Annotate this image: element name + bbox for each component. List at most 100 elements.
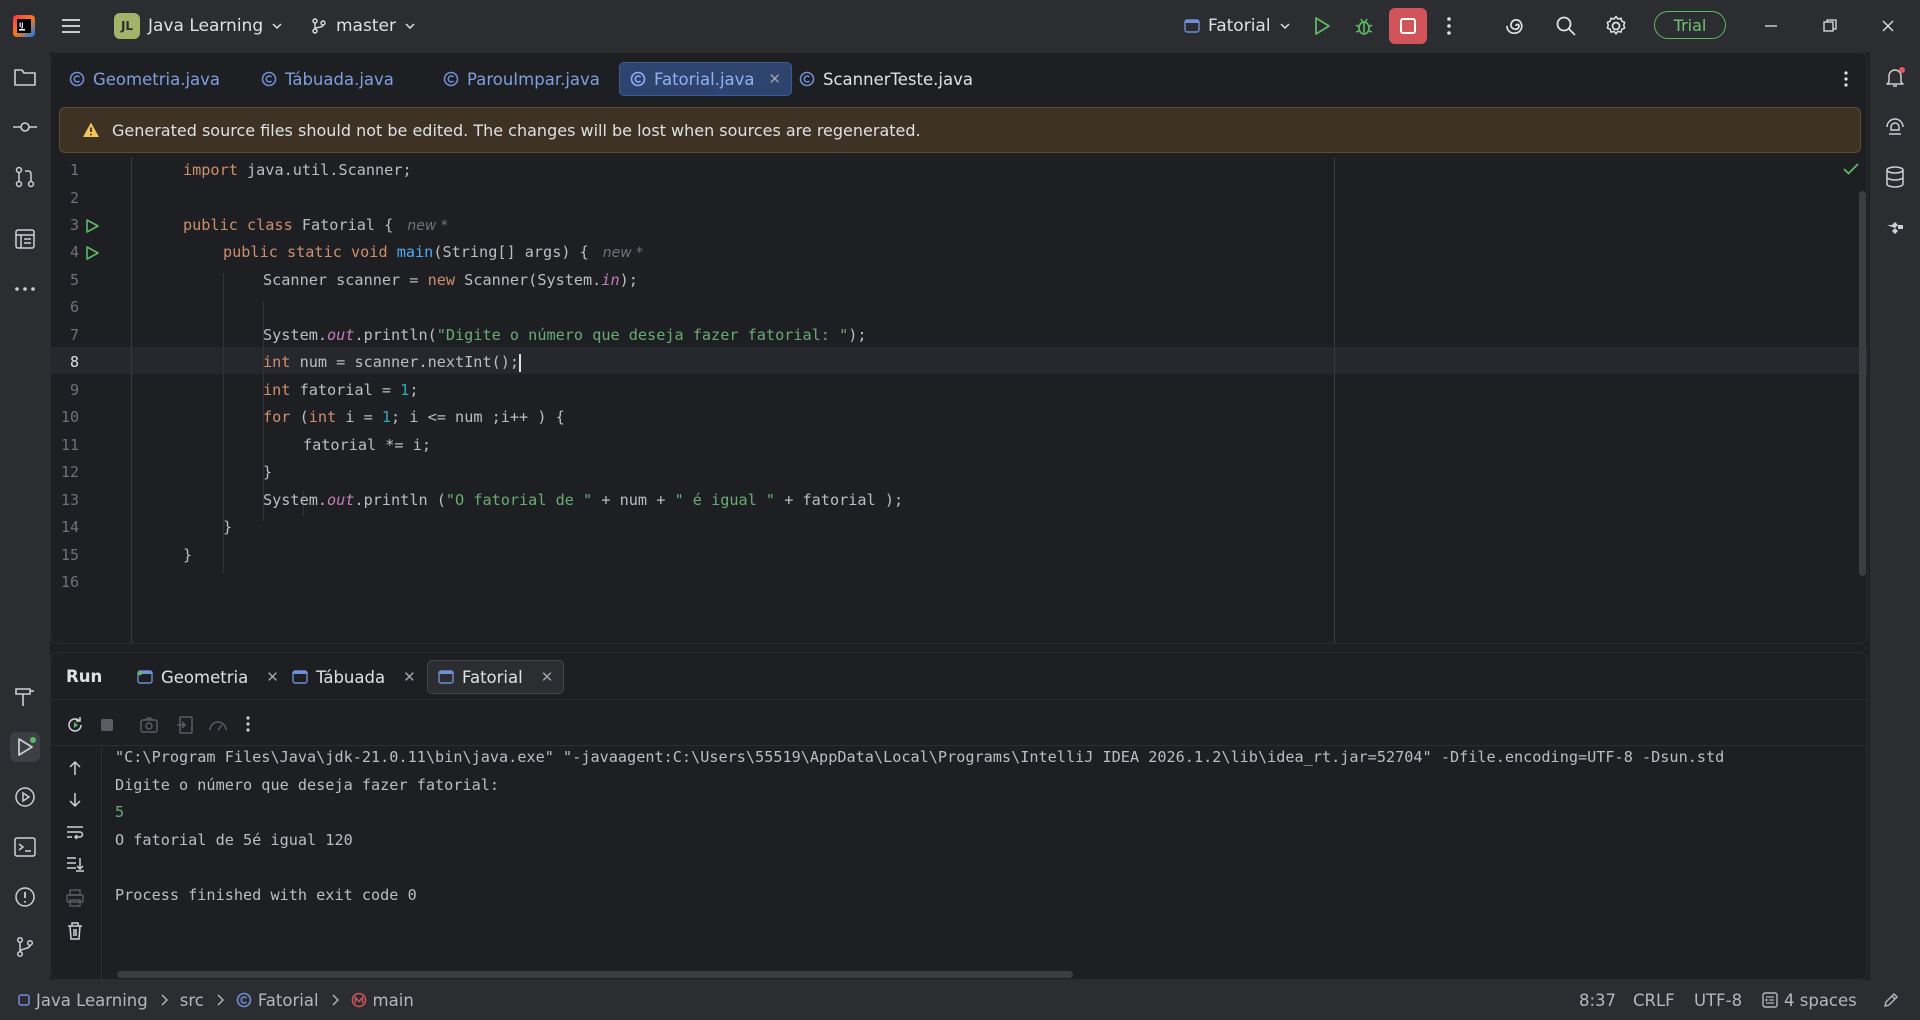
run-class-gutter-icon[interactable] bbox=[84, 218, 100, 234]
breadcrumb-class[interactable]: Fatorial bbox=[258, 991, 319, 1010]
more-tools-button[interactable] bbox=[10, 274, 40, 304]
token-text: } bbox=[223, 518, 233, 536]
run-main-gutter-icon[interactable] bbox=[84, 245, 100, 261]
java-class-icon bbox=[799, 71, 815, 87]
code-line-3: public class Fatorial {new * bbox=[183, 212, 448, 239]
pull-requests-tool-button[interactable] bbox=[10, 162, 40, 192]
code-line-11: fatorial *= i; bbox=[303, 432, 431, 459]
chevron-right-icon bbox=[160, 994, 168, 1006]
services-tool-button[interactable] bbox=[10, 782, 40, 812]
git-tool-button[interactable] bbox=[10, 932, 40, 962]
line-separator[interactable]: CRLF bbox=[1633, 980, 1675, 1020]
run-tab-geometria[interactable]: Geometria ✕ bbox=[127, 660, 289, 694]
token-static-field: in bbox=[601, 271, 620, 289]
run-tab-label: Tábuada bbox=[316, 667, 386, 687]
file-encoding[interactable]: UTF-8 bbox=[1694, 980, 1742, 1020]
chevron-down-icon bbox=[405, 23, 415, 30]
database-button[interactable] bbox=[1880, 162, 1910, 192]
run-tab-fatorial[interactable]: Fatorial ✕ bbox=[427, 660, 565, 694]
close-tab-icon[interactable]: ✕ bbox=[403, 668, 416, 686]
code-line-8: int num = scanner.nextInt(); bbox=[263, 349, 522, 376]
token-static-field: out bbox=[327, 326, 355, 344]
caret-position[interactable]: 8:37 bbox=[1579, 980, 1616, 1020]
restore-button[interactable] bbox=[1822, 0, 1838, 52]
commit-tool-button[interactable] bbox=[10, 112, 40, 142]
tab-options-button[interactable] bbox=[1831, 62, 1861, 96]
console-output-prompt: Digite o número que deseja fazer fatoria… bbox=[115, 776, 500, 794]
token-text: ; i <= num ;i++ ) { bbox=[391, 408, 565, 426]
stop-run-button[interactable] bbox=[99, 717, 115, 733]
close-tab-icon[interactable]: ✕ bbox=[541, 668, 554, 686]
breadcrumb-src[interactable]: src bbox=[180, 991, 204, 1010]
rerun-button[interactable] bbox=[65, 715, 85, 735]
token-keyword: for bbox=[263, 408, 291, 426]
restore-icon bbox=[1823, 19, 1837, 32]
soft-wrap-button[interactable] bbox=[65, 823, 85, 841]
run-tab-tabuada[interactable]: Tábuada ✕ bbox=[282, 660, 426, 694]
tab-tabuada[interactable]: Tábuada.java bbox=[251, 62, 404, 96]
tab-fatorial[interactable]: Fatorial.java ✕ bbox=[619, 62, 793, 96]
scroll-up-button[interactable] bbox=[67, 759, 83, 777]
status-bar: Java Learning src Fatorial main 8:37 CRL… bbox=[0, 980, 1920, 1020]
run-tool-button[interactable] bbox=[10, 732, 40, 762]
project-switcher[interactable]: JL Java Learning bbox=[114, 0, 283, 52]
play-icon bbox=[1315, 17, 1330, 35]
trial-badge[interactable]: Trial bbox=[1654, 11, 1726, 39]
branch-switcher[interactable]: master bbox=[310, 0, 416, 52]
inspection-ok-icon[interactable] bbox=[1843, 163, 1859, 175]
print-button[interactable] bbox=[65, 889, 85, 907]
chevron-right-icon bbox=[331, 994, 339, 1006]
kebab-menu-icon bbox=[1447, 17, 1451, 35]
close-tab-icon[interactable]: ✕ bbox=[769, 70, 782, 88]
tab-scannerteste[interactable]: ScannerTeste.java bbox=[789, 62, 983, 96]
intellij-logo-icon[interactable]: IJ bbox=[12, 0, 36, 52]
run-config-selector[interactable]: Fatorial bbox=[1184, 0, 1291, 52]
token-text: java.util.Scanner; bbox=[237, 161, 412, 179]
debug-button[interactable] bbox=[1353, 0, 1375, 52]
project-tool-button[interactable] bbox=[10, 62, 40, 92]
breadcrumb-project[interactable]: Java Learning bbox=[36, 991, 148, 1010]
close-window-button[interactable] bbox=[1880, 0, 1896, 52]
close-tab-icon[interactable]: ✕ bbox=[266, 668, 279, 686]
database-icon bbox=[1886, 166, 1904, 188]
clear-all-button[interactable] bbox=[66, 921, 84, 941]
editor-vertical-scrollbar[interactable] bbox=[1859, 191, 1866, 576]
console-horizontal-scrollbar[interactable] bbox=[117, 971, 1073, 978]
ai-chat-button[interactable] bbox=[1880, 112, 1910, 142]
main-menu-button[interactable] bbox=[60, 0, 82, 52]
tab-label: Fatorial.java bbox=[654, 69, 755, 89]
run-more-button[interactable] bbox=[243, 714, 253, 734]
notifications-button[interactable] bbox=[1880, 62, 1910, 92]
search-everywhere-button[interactable] bbox=[1555, 0, 1577, 52]
restore-layout-button[interactable] bbox=[175, 715, 195, 735]
indent-setting[interactable]: 4 spaces bbox=[1762, 980, 1857, 1020]
structure-tool-button[interactable] bbox=[10, 224, 40, 254]
tab-label: ScannerTeste.java bbox=[823, 69, 973, 89]
ai-assistant-button[interactable] bbox=[1504, 0, 1528, 52]
tab-geometria[interactable]: Geometria.java bbox=[59, 62, 230, 96]
token-text: + num + bbox=[592, 491, 675, 509]
profiler-button[interactable] bbox=[207, 715, 229, 735]
dump-threads-button[interactable] bbox=[139, 715, 159, 735]
breadcrumb-method[interactable]: main bbox=[373, 991, 414, 1010]
build-tool-button[interactable] bbox=[10, 682, 40, 712]
edit-mode-button[interactable] bbox=[1882, 980, 1900, 1020]
run-button[interactable] bbox=[1311, 0, 1333, 52]
scroll-to-end-button[interactable] bbox=[65, 855, 85, 873]
more-actions-button[interactable] bbox=[1441, 0, 1457, 52]
problems-tool-button[interactable] bbox=[10, 882, 40, 912]
tab-parouimpar[interactable]: ParouImpar.java bbox=[433, 62, 610, 96]
stop-button[interactable] bbox=[1389, 8, 1427, 44]
code-area[interactable]: import java.util.Scanner; public class F… bbox=[131, 157, 1831, 643]
settings-button[interactable] bbox=[1604, 0, 1628, 52]
minimize-button[interactable] bbox=[1763, 0, 1779, 52]
git-icon bbox=[16, 936, 34, 958]
terminal-tool-button[interactable] bbox=[10, 832, 40, 862]
scroll-down-button[interactable] bbox=[67, 791, 83, 809]
code-line-5: Scanner scanner = new Scanner(System.in)… bbox=[263, 267, 638, 294]
line-number: 2 bbox=[69, 189, 79, 207]
breadcrumb: Java Learning src Fatorial main bbox=[18, 980, 414, 1020]
token-text: ( bbox=[290, 408, 309, 426]
token-text: Fatorial { bbox=[292, 216, 394, 234]
plugin-button[interactable] bbox=[1880, 212, 1910, 242]
